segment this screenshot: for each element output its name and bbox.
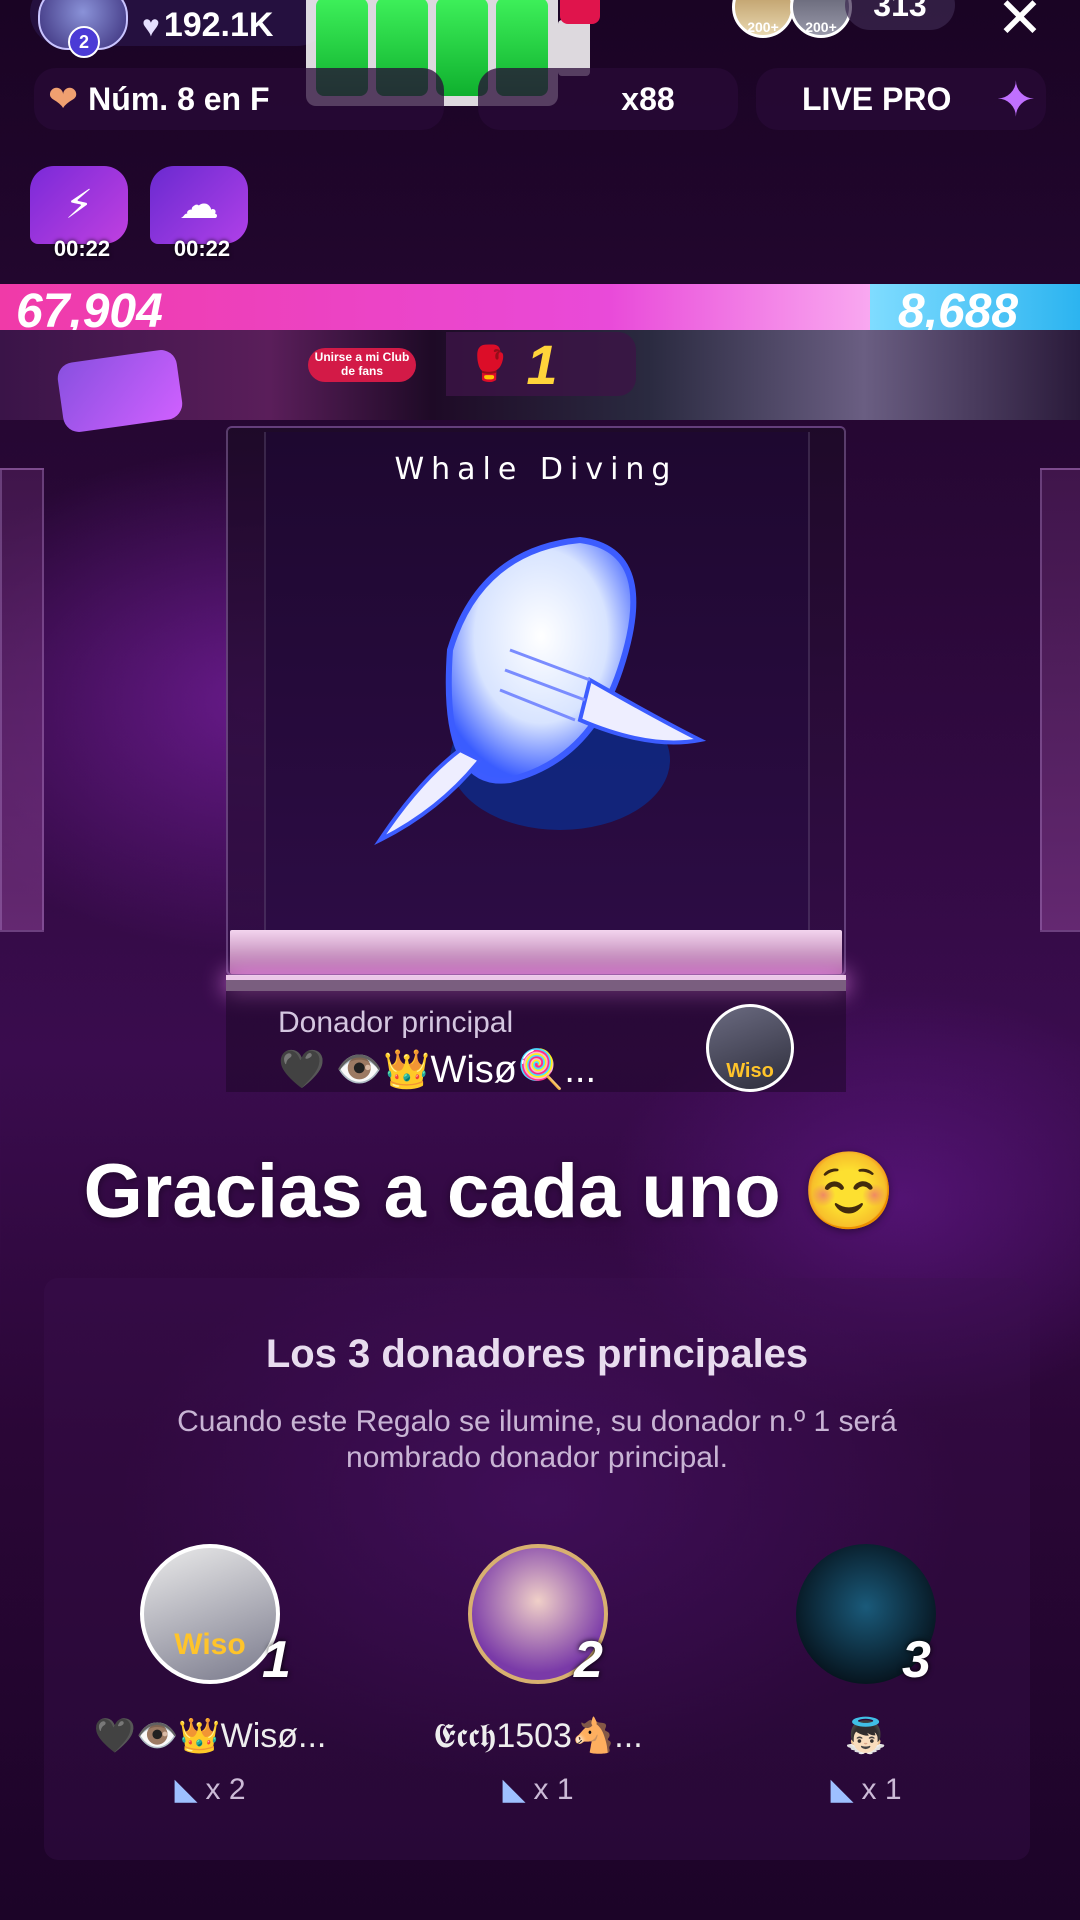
viewer-badge: 200+ [747,19,779,35]
timer-text: 00:22 [173,236,231,261]
ranking-pill[interactable]: ❤ Núm. 8 en F [34,68,444,130]
cloud-timer-badge[interactable]: ☁ 00:22 [150,166,248,262]
top-donors-title: Los 3 donadores principales [265,1332,809,1376]
donor-3-count: ◣ x 1 [766,1772,966,1807]
live-pro-text: LIVE PRO [802,80,952,117]
whale-gift-image [374,536,707,846]
fan-club-button[interactable]: Unirse a mi Club de fans [308,348,416,382]
ranking-heart-icon: ❤ [48,78,79,119]
lightning-timer-badge[interactable]: ⚡ 00:22 [30,166,128,262]
donor-2-name: 𝕰𝖈𝖈𝖍1503🐴... [433,1717,643,1755]
donor-1-avatar[interactable]: Wiso [140,1544,280,1684]
viewer-avatar[interactable]: 200+ [732,0,794,38]
gift-thumbnail [55,347,185,435]
whale-icon: ◣ [174,1773,198,1806]
whale-icon: ◣ [830,1773,854,1806]
thanks-message: Gracias a cada uno ☺️ [83,1149,897,1234]
donor-1-count: ◣ x 2 [110,1772,310,1807]
donor-2-rank: 2 [574,1631,603,1689]
top-donor-name: 🖤 👁️👑Wisø🍭... [278,1049,597,1091]
gift-name: Whale Diving [394,452,678,487]
donor-3-name: 👼🏻 [844,1717,888,1755]
timer-text: 00:22 [53,236,111,261]
top-donors-description: Cuando este Regalo se ilumine, su donado… [177,1405,897,1474]
donor-2-count: ◣ x 1 [438,1772,638,1807]
viewer-count[interactable]: 313 [845,0,955,30]
live-pro-pill[interactable]: LIVE PRO ✦ [756,68,1046,130]
heart-icon: ♥ [142,10,160,43]
boxing-glove-icon: 🥊 [468,345,511,383]
avatar-text: Wiso [726,1060,774,1082]
host-likes-count: 192.1K [163,6,274,44]
showcase-floor [230,930,842,974]
multiplier-pill[interactable]: x88 [478,68,738,130]
multiplier-text: x88 [621,80,675,117]
donor-1-name: 🖤👁️👑Wisø... [93,1717,327,1755]
whale-icon: ◣ [502,1773,526,1806]
count-text: x 1 [861,1773,902,1806]
top-donor-label: Donador principal [278,1006,514,1039]
donor-1-rank: 1 [262,1631,291,1689]
top-donor-avatar[interactable]: Wiso [706,1004,794,1092]
cloud-icon: ☁ [150,166,248,244]
count-text: x 1 [533,1773,574,1806]
win-streak: 🥊 1 [446,332,636,396]
notification-dot [560,0,600,24]
prev-card-edge[interactable] [0,468,44,932]
host-likes: ♥ 192.1K [142,6,273,45]
avatar-text: Wiso [174,1628,246,1661]
count-text: x 2 [205,1773,246,1806]
host-level-badge: 2 [68,26,100,58]
next-card-edge[interactable] [1040,468,1080,932]
lightning-icon: ⚡ [30,166,128,244]
donor-3-rank: 3 [902,1631,931,1689]
viewer-badge: 200+ [805,19,837,35]
ranking-text: Núm. 8 en F [88,80,270,117]
close-icon[interactable]: ✕ [990,0,1050,48]
streak-number: 1 [526,332,558,396]
sparkle-icon: ✦ [995,74,1036,127]
viewer-avatar[interactable]: 200+ [790,0,852,38]
